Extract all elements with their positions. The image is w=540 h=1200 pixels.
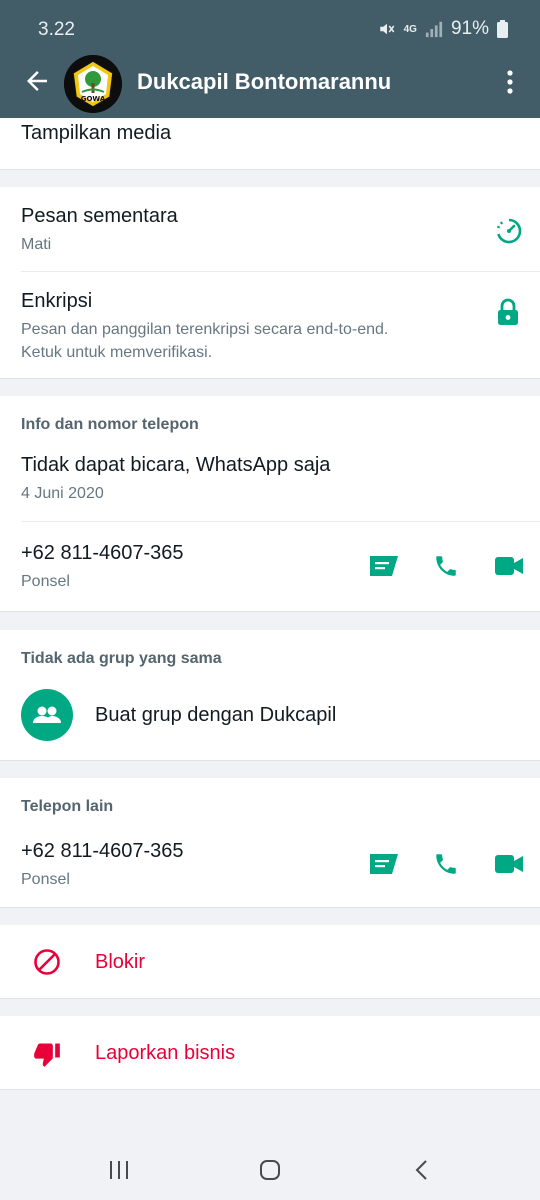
- status-bar: 3.22 4G 91%: [0, 0, 540, 58]
- other-phone-header: Telepon lain: [21, 798, 114, 815]
- gowa-logo-icon: GOWA: [64, 55, 122, 113]
- app-bar: GOWA Dukcapil Bontomarannu: [0, 55, 540, 118]
- media-label: Tampilkan media: [21, 122, 172, 144]
- battery-level: 91%: [450, 18, 489, 39]
- encryption-line2: Ketuk untuk memverifikasi.: [21, 344, 213, 361]
- about-row[interactable]: Tidak dapat bicara, WhatsApp saja 4 Juni…: [0, 442, 540, 520]
- disappearing-value: Mati: [21, 236, 52, 253]
- battery-icon: [497, 20, 508, 38]
- nav-back-icon[interactable]: [411, 1159, 433, 1181]
- lock-icon: [498, 298, 518, 325]
- video-call-icon[interactable]: [494, 555, 524, 577]
- contact-name[interactable]: Dukcapil Bontomarannu: [137, 69, 391, 95]
- status-icons: 4G 91%: [378, 18, 508, 40]
- create-group-row[interactable]: Buat grup dengan Dukcapil: [0, 684, 540, 754]
- groups-card: Tidak ada grup yang sama Buat grup denga…: [0, 630, 540, 761]
- report-label: Laporkan bisnis: [95, 1042, 236, 1064]
- thumbs-down-icon: [34, 1043, 60, 1067]
- phone-type: Ponsel: [21, 573, 70, 590]
- privacy-card: Pesan sementara Mati Enkripsi Pesan dan …: [0, 187, 540, 379]
- contact-avatar[interactable]: GOWA: [64, 55, 122, 113]
- phone-row[interactable]: +62 811-4607-365 Ponsel: [0, 522, 540, 612]
- network-type: 4G: [403, 23, 417, 35]
- message-icon[interactable]: [368, 554, 400, 578]
- about-text: Tidak dapat bicara, WhatsApp saja: [21, 454, 331, 476]
- voice-call-icon[interactable]: [433, 553, 459, 579]
- disappearing-timer-icon: [496, 218, 522, 244]
- top-bar: 3.22 4G 91% GOWA Dukcapil Bontomarannu: [0, 0, 540, 118]
- encryption-row[interactable]: Enkripsi Pesan dan panggilan terenkripsi…: [0, 272, 540, 379]
- avatar-logo-text: GOWA: [81, 95, 106, 103]
- other-phone-row[interactable]: +62 811-4607-365 Ponsel: [0, 828, 540, 908]
- info-section-header: Info dan nomor telepon: [21, 416, 199, 433]
- about-date: 4 Juni 2020: [21, 485, 104, 502]
- back-arrow-icon[interactable]: [22, 66, 52, 96]
- more-options-icon[interactable]: [500, 67, 520, 97]
- disappearing-messages-row[interactable]: Pesan sementara Mati: [0, 187, 540, 271]
- encryption-title: Enkripsi: [21, 290, 93, 312]
- recent-apps-icon[interactable]: [107, 1159, 131, 1181]
- group-icon: [33, 706, 61, 723]
- block-icon: [34, 949, 60, 975]
- block-button[interactable]: Blokir: [0, 925, 540, 999]
- other-phone-type: Ponsel: [21, 871, 70, 888]
- other-video-call-icon[interactable]: [494, 853, 524, 875]
- report-business-button[interactable]: Laporkan bisnis: [0, 1016, 540, 1090]
- media-card[interactable]: Tampilkan media: [0, 118, 540, 170]
- encryption-line1: Pesan dan panggilan terenkripsi secara e…: [21, 321, 389, 338]
- group-avatar: [21, 689, 73, 741]
- create-group-label: Buat grup dengan Dukcapil: [95, 704, 337, 726]
- other-phone-number: +62 811-4607-365: [21, 840, 184, 862]
- other-message-icon[interactable]: [368, 852, 400, 876]
- other-phone-card: Telepon lain +62 811-4607-365 Ponsel: [0, 778, 540, 908]
- other-voice-call-icon[interactable]: [433, 851, 459, 877]
- status-time: 3.22: [38, 19, 75, 40]
- signal-icon: [425, 21, 443, 38]
- block-label: Blokir: [95, 951, 146, 973]
- system-nav-bar: [0, 1130, 540, 1200]
- info-card: Info dan nomor telepon Tidak dapat bicar…: [0, 396, 540, 612]
- disappearing-title: Pesan sementara: [21, 205, 178, 227]
- home-icon[interactable]: [258, 1159, 282, 1181]
- phone-number: +62 811-4607-365: [21, 542, 184, 564]
- mute-icon: [379, 23, 394, 35]
- groups-section-header: Tidak ada grup yang sama: [21, 650, 222, 667]
